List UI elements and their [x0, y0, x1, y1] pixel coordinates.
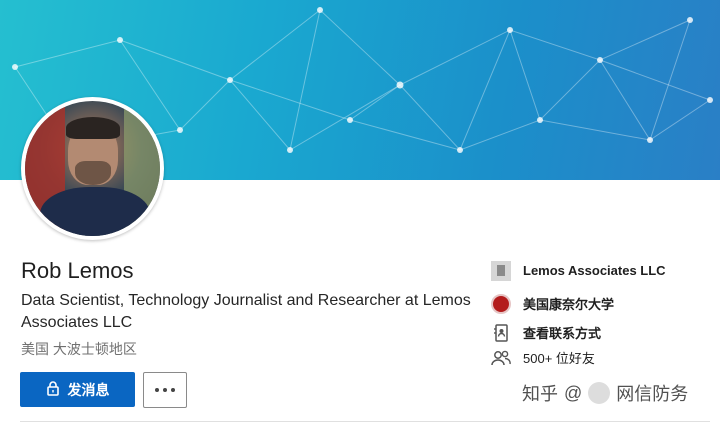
connections-row[interactable]: 500+ 位好友: [490, 345, 710, 370]
watermark: 知乎 @ 网信防务: [522, 380, 688, 406]
contact-card-icon: [490, 322, 512, 344]
message-button[interactable]: 发消息: [20, 372, 135, 407]
profile-name: Rob Lemos: [21, 258, 134, 283]
ellipsis-icon: [155, 388, 175, 392]
watermark-account: 网信防务: [616, 384, 689, 404]
company-row[interactable]: Lemos Associates LLC: [490, 258, 710, 283]
company-name: Lemos Associates LLC: [523, 263, 666, 278]
lock-icon: [46, 380, 60, 399]
people-icon: [490, 347, 512, 369]
connections-count: 500+ 位好友: [523, 351, 595, 366]
watermark-zhihu: 知乎: [522, 384, 558, 404]
school-name: 美国康奈尔大学: [523, 297, 615, 312]
profile-headline: Data Scientist, Technology Journalist an…: [21, 292, 471, 331]
avatar[interactable]: [21, 97, 164, 240]
profile-location: 美国 大波士顿地区: [21, 341, 137, 357]
divider: [20, 421, 710, 422]
profile-photo: [25, 101, 160, 236]
watermark-handle: @: [564, 382, 583, 403]
building-icon: [490, 260, 512, 282]
school-row[interactable]: 美国康奈尔大学: [490, 291, 710, 316]
profile-sidebar: Lemos Associates LLC 美国康奈尔大学 查看联系方式 500+…: [490, 258, 710, 370]
contact-info-row[interactable]: 查看联系方式: [490, 320, 710, 345]
wechat-icon: [588, 382, 611, 404]
more-actions-button[interactable]: [143, 372, 187, 408]
school-seal-icon: [490, 293, 512, 315]
contact-info-link: 查看联系方式: [523, 326, 602, 341]
message-button-label: 发消息: [67, 381, 110, 398]
